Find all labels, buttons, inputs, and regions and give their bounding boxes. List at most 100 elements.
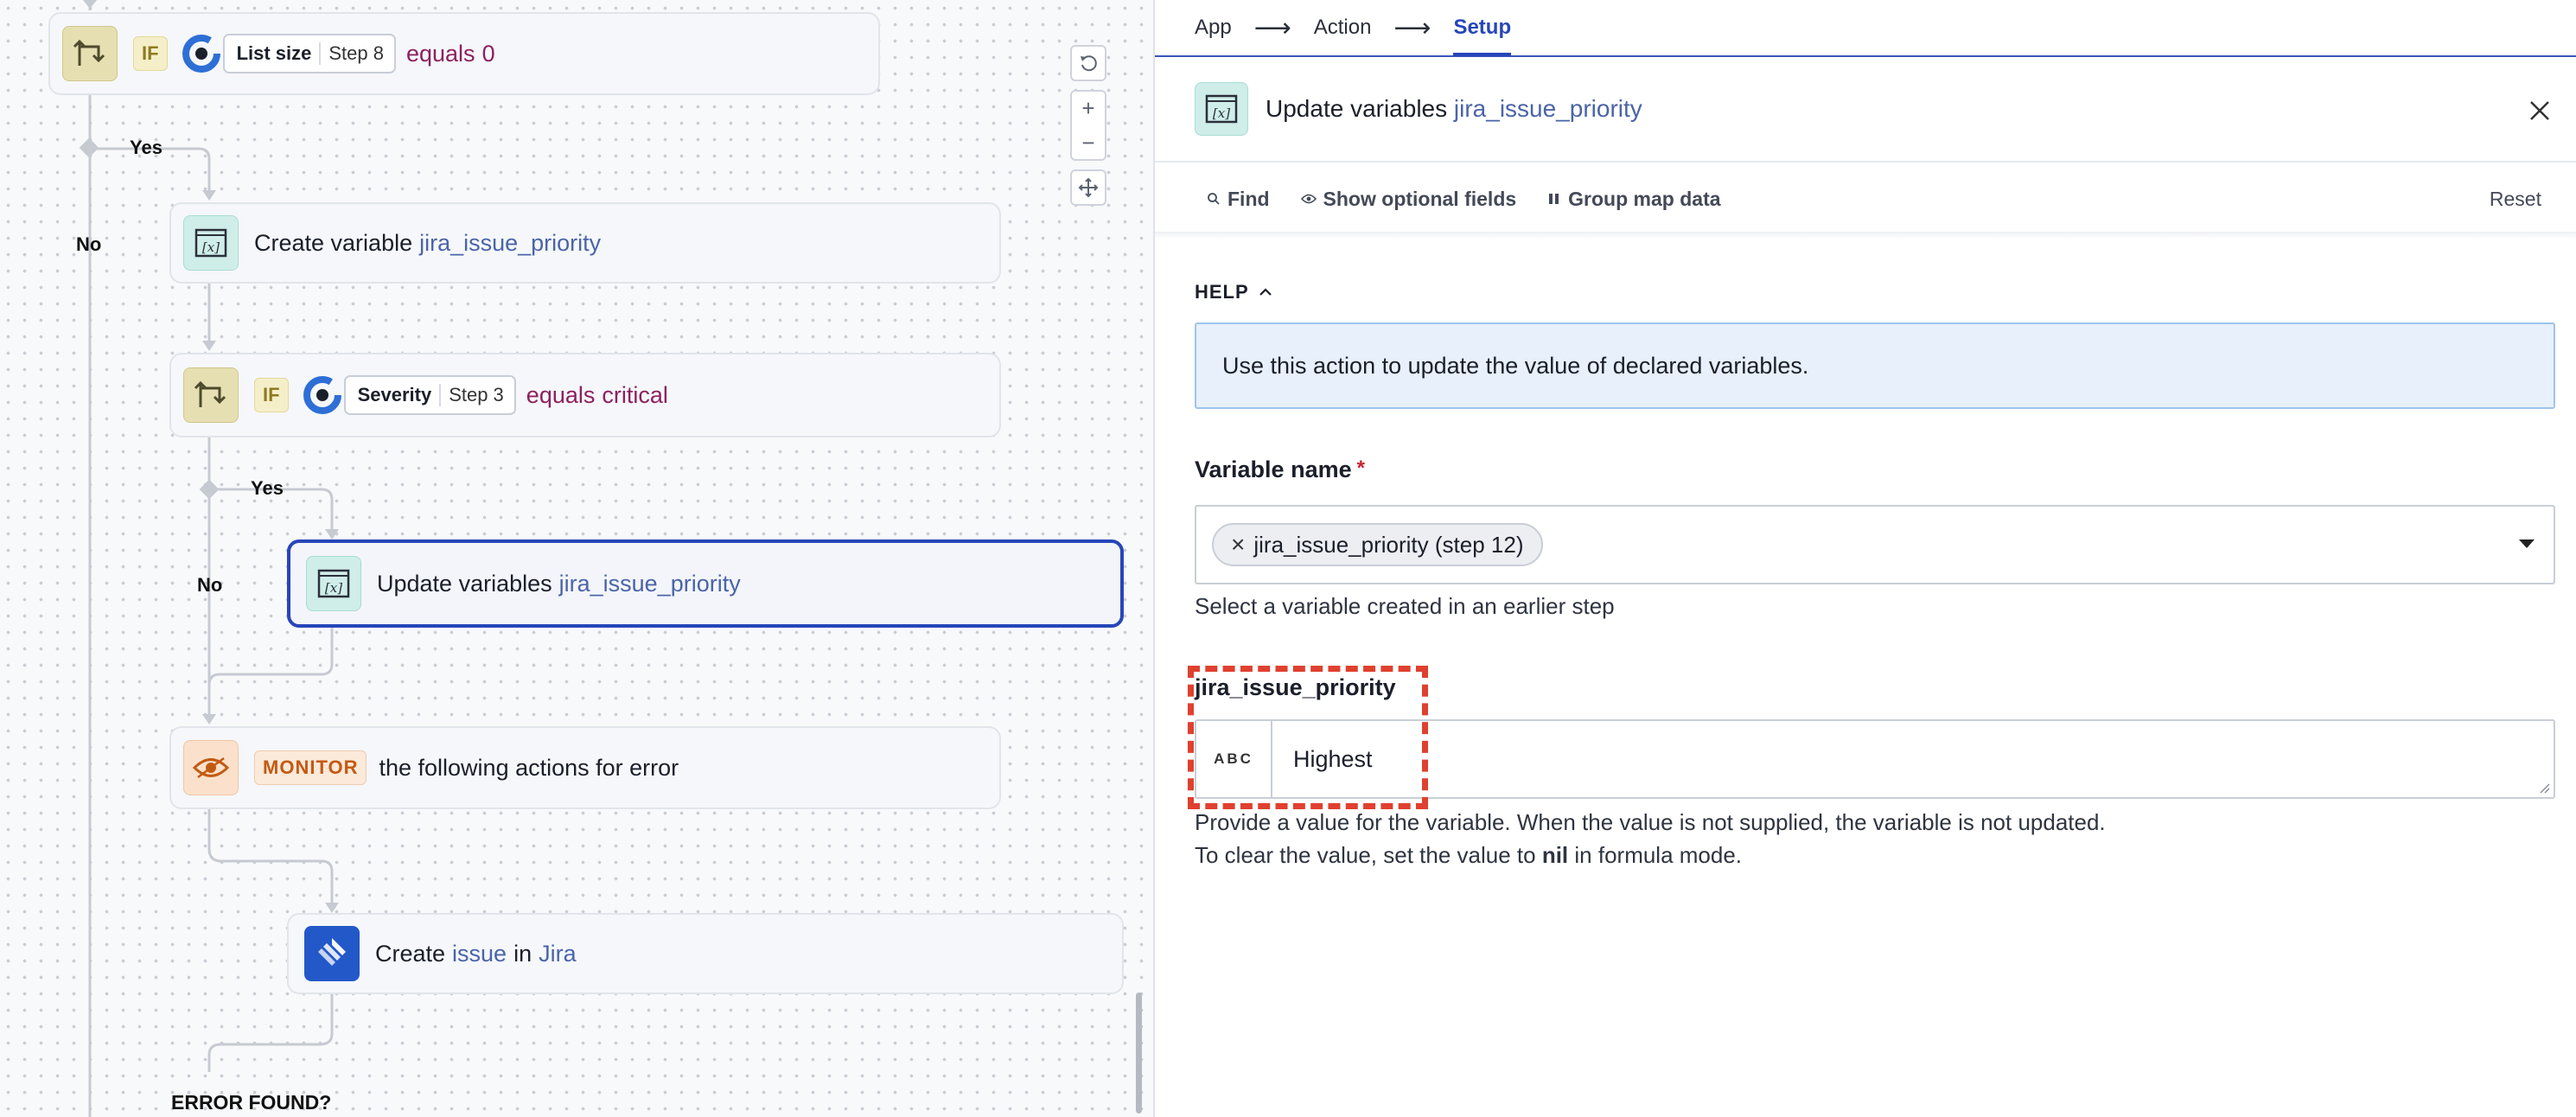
zoom-in-button[interactable]: + [1081, 91, 1094, 125]
canvas-scrollbar[interactable] [1136, 993, 1142, 1114]
svg-text:[x]: [x] [202, 239, 220, 255]
help-box: Use this action to update the value of d… [1195, 322, 2555, 409]
node-app: Jira [539, 940, 577, 967]
step-config-panel: App ⟶ Action ⟶ Setup [x] Update variable… [1153, 0, 2576, 1117]
panel-header: [x] Update variables jira_issue_priority [1155, 57, 2576, 163]
node-label: the following actions for error [379, 754, 679, 781]
reset-view-button[interactable] [1070, 45, 1106, 81]
variable-name-select[interactable]: × jira_issue_priority (step 12) [1195, 505, 2555, 584]
app-logo-icon [182, 34, 221, 73]
eye-icon [183, 740, 239, 795]
chevron-down-icon[interactable] [2519, 539, 2535, 548]
datapill-name: Severity [358, 384, 442, 406]
condition-value: critical [602, 381, 668, 408]
node-label-prefix: Create [375, 940, 446, 967]
node-object: issue [452, 940, 507, 967]
close-icon [2530, 101, 2549, 120]
branch-yes-label: Yes [130, 137, 163, 158]
close-button[interactable] [2521, 92, 2559, 130]
branch-yes-label: Yes [251, 477, 284, 499]
selected-variable-chip[interactable]: × jira_issue_priority (step 12) [1212, 523, 1543, 566]
chevron-up-icon [1259, 288, 1272, 296]
chip-label: jira_issue_priority (step 12) [1253, 531, 1524, 558]
workflow-canvas[interactable]: IF List size Step 8 equals 0 Yes No [x] … [0, 0, 1153, 1117]
eye-icon [1300, 194, 1317, 204]
highlight-box [1188, 666, 1428, 809]
create-jira-issue-node[interactable]: Create issue in Jira [287, 913, 1124, 994]
resize-grip-icon[interactable] [2538, 782, 2550, 794]
condition-value: 0 [481, 40, 495, 67]
help-toggle[interactable]: HELP [1195, 281, 1273, 303]
show-optional-label: Show optional fields [1323, 187, 1517, 210]
if-badge: IF [254, 378, 289, 412]
tab-action[interactable]: Action [1314, 0, 1372, 56]
variable-name-label: Variable name * [1195, 456, 1365, 483]
svg-text:[x]: [x] [325, 580, 342, 596]
condition-operator: equals [526, 381, 596, 408]
find-label: Find [1227, 187, 1270, 210]
hint2-nil: nil [1541, 842, 1569, 868]
help-heading: HELP [1195, 281, 1249, 303]
value-hint-line2: To clear the value, set the value to nil… [1195, 842, 1742, 869]
node-label: Update variables [377, 570, 552, 597]
node-label-mid: in [513, 940, 532, 967]
show-optional-fields-button[interactable]: Show optional fields [1300, 187, 1517, 211]
panel-title-variable: jira_issue_priority [1453, 95, 1642, 122]
hint2-c: in formula mode. [1574, 842, 1743, 868]
monitor-node[interactable]: MONITOR the following actions for error [169, 726, 1001, 809]
node-label: Create variable [254, 229, 413, 256]
panel-toolbar: Find Show optional fields Group map data… [1155, 164, 2576, 233]
error-found-label: ERROR FOUND? [171, 1091, 332, 1114]
group-icon [1549, 194, 1559, 204]
datapill-step: Step 3 [449, 384, 504, 405]
svg-text:[x]: [x] [1213, 105, 1230, 121]
zoom-out-button[interactable]: − [1081, 125, 1094, 160]
datapill-severity[interactable]: Severity Step 3 [343, 375, 516, 415]
toolbar-shadow [1155, 232, 2576, 239]
variable-icon: [x] [306, 556, 361, 611]
required-marker: * [1356, 456, 1365, 480]
move-icon [1078, 177, 1099, 198]
datapill-step: Step 8 [328, 42, 384, 64]
branch-no-label: No [197, 574, 223, 596]
search-icon [1208, 193, 1220, 205]
node-variable-name: jira_issue_priority [419, 229, 602, 256]
branch-no-label: No [76, 233, 102, 255]
branch-icon [62, 26, 118, 81]
arrow-right-icon: ⟶ [1393, 13, 1431, 42]
tab-app[interactable]: App [1195, 0, 1232, 56]
panel-title-action: Update variables [1266, 95, 1448, 122]
zoom-controls: + − [1070, 90, 1106, 161]
jira-icon [304, 926, 360, 981]
branch-icon [183, 367, 239, 423]
panel-title: Update variables jira_issue_priority [1266, 95, 1642, 123]
datapill-name: List size [237, 42, 322, 65]
if-node-list-size[interactable]: IF List size Step 8 equals 0 [48, 12, 880, 95]
variable-name-label-text: Variable name [1195, 456, 1352, 482]
tab-setup[interactable]: Setup [1453, 0, 1511, 56]
help-text: Use this action to update the value of d… [1222, 352, 1809, 379]
if-badge: IF [133, 36, 168, 71]
wizard-tabs: App ⟶ Action ⟶ Setup [1155, 0, 2576, 57]
condition-operator: equals [405, 40, 475, 67]
group-map-label: Group map data [1568, 187, 1721, 210]
datapill-list-size[interactable]: List size Step 8 [222, 34, 396, 73]
if-node-severity[interactable]: IF Severity Step 3 equals critical [169, 353, 1001, 437]
arrow-right-icon: ⟶ [1253, 13, 1291, 42]
monitor-badge: MONITOR [254, 750, 367, 785]
remove-chip-icon[interactable]: × [1231, 531, 1245, 558]
reset-button[interactable]: Reset [2490, 188, 2541, 211]
variable-name-hint: Select a variable created in an earlier … [1195, 593, 1615, 619]
reset-icon [1081, 55, 1097, 72]
create-variable-node[interactable]: [x] Create variable jira_issue_priority [169, 202, 1001, 284]
node-variable-name: jira_issue_priority [558, 570, 741, 597]
find-button[interactable]: Find [1207, 188, 1270, 211]
app-root: IF List size Step 8 equals 0 Yes No [x] … [0, 0, 2576, 1117]
update-variables-node[interactable]: [x] Update variables jira_issue_priority [287, 539, 1124, 628]
fit-view-button[interactable] [1070, 169, 1106, 206]
group-map-data-button[interactable]: Group map data [1547, 187, 1721, 211]
app-logo-icon [303, 375, 342, 415]
variable-icon: [x] [183, 215, 239, 271]
variable-icon: [x] [1195, 82, 1248, 136]
value-hint-line1: Provide a value for the variable. When t… [1195, 809, 2106, 835]
